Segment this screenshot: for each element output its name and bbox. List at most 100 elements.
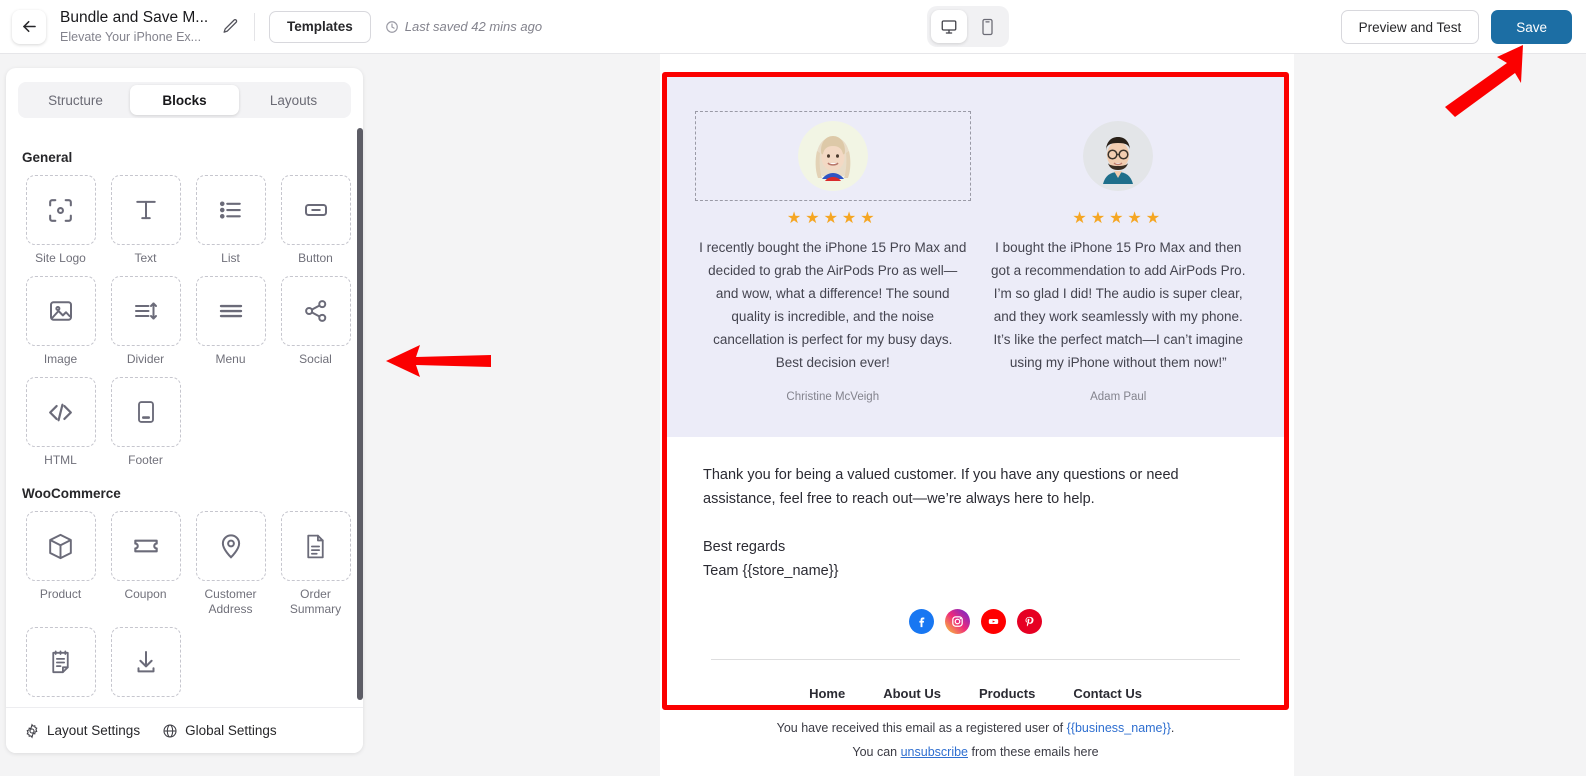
templates-button[interactable]: Templates	[269, 10, 371, 43]
unsubscribe-link[interactable]: unsubscribe	[901, 745, 968, 759]
note-icon	[52, 649, 69, 673]
block-tile[interactable]	[110, 175, 181, 245]
block-tile[interactable]	[195, 511, 266, 581]
annotation-arrow-save	[1437, 45, 1529, 122]
block-label: Divider	[126, 352, 165, 366]
block-button[interactable]: Button	[273, 175, 358, 266]
device-preview-toggle[interactable]	[927, 6, 1009, 47]
block-label: Image	[43, 352, 78, 366]
block-note[interactable]	[18, 627, 103, 703]
block-divider[interactable]: Divider	[103, 276, 188, 367]
back-button[interactable]	[12, 9, 46, 44]
block-list[interactable]: List	[188, 175, 273, 266]
registered-user-line: You have received this email as a regist…	[662, 716, 1289, 740]
preview-and-test-button[interactable]: Preview and Test	[1340, 10, 1480, 44]
block-tile[interactable]	[280, 276, 351, 346]
man-glasses-avatar	[1083, 121, 1154, 191]
instagram-icon[interactable]	[945, 609, 970, 634]
desktop-icon	[941, 19, 957, 34]
block-tile[interactable]	[280, 511, 351, 581]
footer-nav-about-us[interactable]: About Us	[883, 686, 941, 701]
footer-nav-home[interactable]: Home	[809, 686, 845, 701]
device-mobile-option[interactable]	[969, 10, 1005, 43]
block-tile[interactable]	[195, 175, 266, 245]
page-title: Bundle and Save M...	[60, 8, 208, 26]
block-image[interactable]: Image	[18, 276, 103, 367]
block-label: List	[221, 251, 240, 265]
star-rating: ★★★★★	[1072, 210, 1165, 227]
global-settings-button[interactable]: Global Settings	[162, 723, 277, 739]
last-saved-text: Last saved 42 mins ago	[404, 19, 543, 34]
block-social[interactable]: Social	[273, 276, 358, 367]
site-logo-icon	[49, 198, 72, 222]
block-tile[interactable]	[25, 276, 96, 346]
tab-blocks[interactable]: Blocks	[130, 85, 239, 115]
closing-paragraph[interactable]: Thank you for being a valued customer. I…	[703, 463, 1248, 511]
avatar	[1083, 121, 1154, 191]
block-order-summary[interactable]: Order Summary	[273, 511, 358, 617]
unsubscribe-line: You can unsubscribe from these emails he…	[662, 740, 1289, 764]
block-tile[interactable]	[25, 511, 96, 581]
facebook-icon[interactable]	[909, 609, 934, 634]
block-menu[interactable]: Menu	[188, 276, 273, 367]
download-icon	[137, 651, 154, 673]
avatar-block[interactable]	[981, 111, 1257, 201]
edit-title-button[interactable]	[216, 13, 244, 41]
email-disclaimer: You have received this email as a regist…	[662, 716, 1289, 764]
unsub-suffix: from these emails here	[968, 745, 1099, 759]
business-name-token[interactable]: {{business_name}}	[1067, 721, 1171, 735]
tab-structure[interactable]: Structure	[21, 85, 130, 115]
block-label: Social	[299, 352, 332, 366]
disclaimer-suffix: .	[1170, 721, 1175, 735]
email-content-highlight: ★★★★★ I recently bought the iPhone 15 Pr…	[662, 72, 1289, 710]
block-html[interactable]: HTML	[18, 377, 103, 468]
signoff-line-2[interactable]: Team {{store_name}}	[703, 559, 1248, 583]
block-footer[interactable]: Footer	[103, 377, 188, 468]
image-icon	[49, 301, 72, 321]
block-label: Coupon	[124, 587, 167, 601]
global-settings-label: Global Settings	[185, 723, 277, 738]
youtube-glyph	[988, 619, 999, 624]
tab-layouts[interactable]: Layouts	[239, 85, 348, 115]
testimonials-section: ★★★★★ I recently bought the iPhone 15 Pr…	[667, 77, 1284, 437]
sidebar-footer: Layout Settings Global Settings	[6, 707, 363, 753]
block-customer-address[interactable]: Customer Address	[188, 511, 273, 617]
block-text[interactable]: Text	[103, 175, 188, 266]
block-tile[interactable]	[25, 175, 96, 245]
sidebar-scrollbar[interactable]	[357, 128, 363, 700]
footer-nav-contact-us[interactable]: Contact Us	[1073, 686, 1142, 701]
page-subtitle: Elevate Your iPhone Ex...	[60, 29, 202, 44]
block-tile[interactable]	[110, 377, 181, 447]
avatar-block-selected[interactable]	[695, 111, 971, 201]
block-tile[interactable]	[110, 511, 181, 581]
youtube-icon[interactable]	[981, 609, 1006, 634]
block-label: Order Summary	[289, 587, 342, 616]
block-product[interactable]: Product	[18, 511, 103, 617]
layout-settings-button[interactable]: Layout Settings	[24, 722, 140, 739]
block-grid-general: Site Logo Text List Button Image Divider…	[18, 175, 358, 468]
footer-nav-products[interactable]: Products	[979, 686, 1035, 701]
device-desktop-option[interactable]	[931, 10, 967, 43]
block-tile[interactable]	[25, 377, 96, 447]
block-tile[interactable]	[110, 627, 181, 697]
block-coupon[interactable]: Coupon	[103, 511, 188, 617]
block-label: Product	[39, 587, 82, 601]
block-download[interactable]	[103, 627, 188, 703]
footer-icon	[137, 401, 154, 423]
block-tile[interactable]	[110, 276, 181, 346]
testimonial-quote: I bought the iPhone 15 Pro Max and then …	[991, 240, 1246, 370]
menu-icon	[219, 304, 242, 318]
block-tile[interactable]	[25, 627, 96, 697]
pinterest-icon[interactable]	[1017, 609, 1042, 634]
block-label: Button	[298, 251, 333, 265]
blocks-scroll-area: General Site Logo Text List Button Image…	[6, 132, 363, 721]
block-tile[interactable]	[280, 175, 351, 245]
annotation-arrow-left	[386, 340, 491, 387]
block-tile[interactable]	[195, 276, 266, 346]
signoff-line-1[interactable]: Best regards	[703, 535, 1248, 559]
text-icon	[135, 200, 156, 220]
block-site-logo[interactable]: Site Logo	[18, 175, 103, 266]
block-spacer-b	[273, 377, 358, 468]
save-button[interactable]: Save	[1491, 10, 1572, 44]
arrow-up-right-annotation-icon	[1445, 45, 1523, 117]
